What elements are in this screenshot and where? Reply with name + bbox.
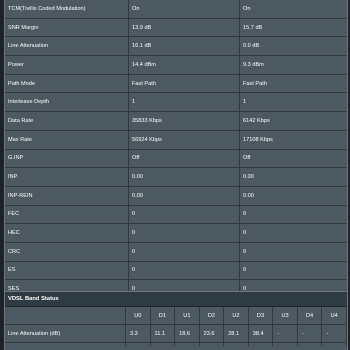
- downstream-value: 0: [128, 223, 240, 243]
- table-row: HEC 0 0: [5, 223, 347, 243]
- row-label: G.INP: [5, 149, 129, 169]
- upstream-value: 1: [239, 92, 347, 113]
- upstream-value: 6142 Kbps: [239, 111, 347, 131]
- band-value-cell: -: [297, 324, 323, 343]
- band-value-cell: -: [321, 324, 347, 343]
- upstream-value: 0: [239, 205, 347, 225]
- row-label: Max Rate: [5, 130, 129, 150]
- row-label: Power: [5, 55, 129, 75]
- upstream-value: 0.0 dB: [239, 36, 347, 57]
- row-label: INP: [5, 167, 129, 187]
- table-row: Power 14.4 dBm 9.3 dBm: [5, 55, 347, 75]
- downstream-value: 13.9 dB: [128, 18, 240, 38]
- table-row: SNR Margin 13.9 dB 15.7 dB: [5, 18, 347, 38]
- row-label: INP-REIN: [5, 186, 129, 206]
- upstream-value: 15.7 dB: [239, 18, 347, 38]
- downstream-value: 1: [128, 92, 240, 113]
- upstream-value: Off: [239, 149, 347, 169]
- panel-bottom-edge: [5, 346, 347, 350]
- table-row: Path Mode Fast Path Fast Path: [5, 74, 347, 94]
- band-column-header-row: U0 D1 U1 D2 U2 D3 U3 D4 U4: [5, 307, 347, 325]
- table-row: FEC 0 0: [5, 205, 347, 225]
- row-label: Line Attenuation: [5, 36, 129, 57]
- band-column-header: U3: [272, 307, 298, 325]
- band-column-header-blank: [5, 307, 126, 325]
- table-row: Interleave Depth 1 1: [5, 92, 347, 113]
- band-value-cell: -: [272, 324, 298, 343]
- table-row: Line Attenuation (dB) 3.3 11.1 18.6 23.6 28.1…: [5, 324, 347, 343]
- row-label: FEC: [5, 205, 129, 225]
- upstream-value: 0: [239, 242, 347, 262]
- band-status-header: VDSL Band Status: [5, 291, 347, 307]
- band-column-header: U4: [321, 307, 347, 325]
- row-label: Path Mode: [5, 74, 129, 94]
- band-value-cell: 28.1: [223, 324, 249, 343]
- band-status-table: U0 D1 U1 D2 U2 D3 U3 D4 U4 Line Attenuation (dB)…: [5, 307, 347, 350]
- upstream-value: Fast Path: [239, 74, 347, 94]
- downstream-value: Fast Path: [128, 74, 240, 94]
- upstream-value: 0: [239, 261, 347, 281]
- band-value-cell: 11.1: [150, 324, 176, 343]
- table-row: ES 0 0: [5, 261, 347, 281]
- downstream-value: 16.1 dB: [128, 36, 240, 57]
- band-column-header: U2: [223, 307, 249, 325]
- band-value-cell: 23.6: [199, 324, 225, 343]
- table-row: G.INP Off Off: [5, 149, 347, 169]
- row-label: HEC: [5, 223, 129, 243]
- downstream-value: 0.00: [128, 167, 240, 187]
- downstream-value: 56924 Kbps: [128, 130, 240, 150]
- band-value-cell: 18.6: [174, 324, 200, 343]
- row-label: CRC: [5, 242, 129, 262]
- band-value-cell: 38.4: [248, 324, 274, 343]
- dsl-log-panel: TCM(Trellis Coded Modulation) On On SNR Mar…: [4, 0, 348, 350]
- table-row: CRC 0 0: [5, 242, 347, 262]
- upstream-value: 0.00: [239, 167, 347, 187]
- dsl-stats-table: TCM(Trellis Coded Modulation) On On SNR Mar…: [5, 0, 347, 299]
- downstream-value: 0: [128, 205, 240, 225]
- table-row: INP-REIN 0.00 0.00: [5, 186, 347, 206]
- band-column-header: D3: [248, 307, 274, 325]
- upstream-value: 0: [239, 223, 347, 243]
- downstream-value: Off: [128, 149, 240, 169]
- row-label: Data Rate: [5, 111, 129, 131]
- upstream-value: 9.3 dBm: [239, 55, 347, 75]
- upstream-value: On: [239, 0, 347, 19]
- band-column-header: D2: [199, 307, 225, 325]
- band-column-header: D4: [297, 307, 323, 325]
- downstream-value: 0.00: [128, 186, 240, 206]
- table-row: INP 0.00 0.00: [5, 167, 347, 187]
- downstream-value: 0: [128, 242, 240, 262]
- row-label: Interleave Depth: [5, 92, 129, 113]
- downstream-value: 0: [128, 261, 240, 281]
- downstream-value: 14.4 dBm: [128, 55, 240, 75]
- table-row: Line Attenuation 16.1 dB 0.0 dB: [5, 36, 347, 57]
- row-label: TCM(Trellis Coded Modulation): [5, 0, 129, 19]
- upstream-value: 0.00: [239, 186, 347, 206]
- table-row: TCM(Trellis Coded Modulation) On On: [5, 0, 347, 19]
- row-label: SNR Margin: [5, 18, 129, 38]
- downstream-value: 35833 Kbps: [128, 111, 240, 131]
- downstream-value: On: [128, 0, 240, 19]
- band-column-header: D1: [150, 307, 176, 325]
- table-row: Max Rate 56924 Kbps 17108 Kbps: [5, 130, 347, 150]
- table-row: Data Rate 35833 Kbps 6142 Kbps: [5, 111, 347, 131]
- upstream-value: 17108 Kbps: [239, 130, 347, 150]
- band-column-header: U0: [125, 307, 151, 325]
- band-value-cell: 3.3: [125, 324, 151, 343]
- band-column-header: U1: [174, 307, 200, 325]
- band-row-label: Line Attenuation (dB): [5, 324, 126, 343]
- row-label: ES: [5, 261, 129, 281]
